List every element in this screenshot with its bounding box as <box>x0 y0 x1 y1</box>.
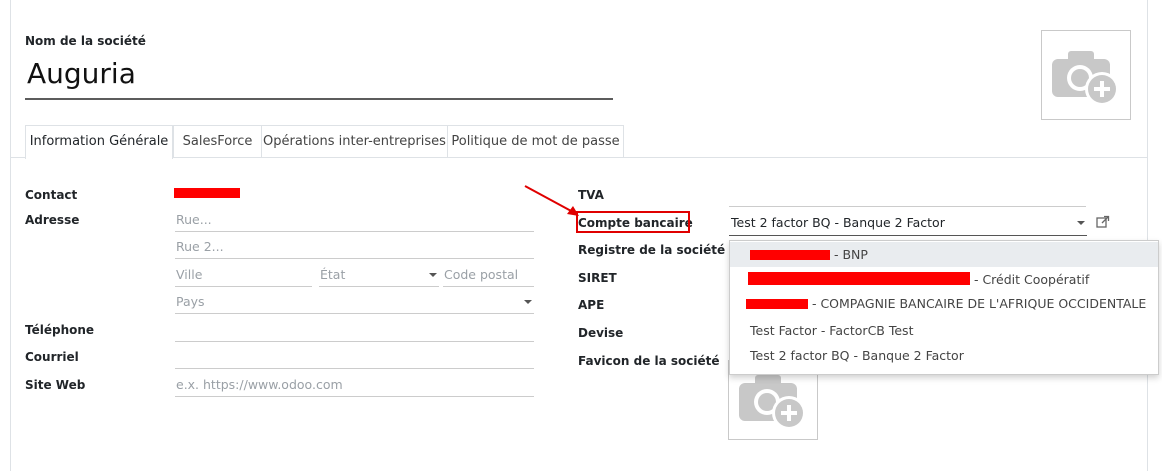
form-sheet: Nom de la société Auguria Information Gé… <box>10 0 1159 471</box>
address-label: Adresse <box>25 213 80 227</box>
website-label: Site Web <box>25 378 86 392</box>
street2-input[interactable]: Rue 2... <box>175 237 534 259</box>
option-label: Test 2 factor BQ - Banque 2 Factor <box>750 348 964 363</box>
vat-input[interactable] <box>729 185 1086 207</box>
redacted-text <box>750 250 830 260</box>
option-label: - BNP <box>830 247 868 262</box>
caret-down-icon <box>429 273 437 277</box>
dropdown-option[interactable]: Test 2 factor BQ - Banque 2 Factor <box>730 343 1158 368</box>
vat-label: TVA <box>578 188 604 202</box>
company-name-input[interactable]: Auguria <box>25 52 613 100</box>
dropdown-option[interactable]: - COMPAGNIE BANCAIRE DE L'AFRIQUE OCCIDE… <box>730 291 1158 316</box>
currency-label: Devise <box>578 326 624 340</box>
redacted-text <box>748 272 970 285</box>
phone-input[interactable] <box>175 320 534 342</box>
contact-redaction <box>174 188 240 198</box>
dropdown-option[interactable]: - Crédit Coopératif <box>730 267 1158 292</box>
annotation-arrow-icon <box>524 185 579 216</box>
camera-plus-icon <box>1052 51 1119 106</box>
caret-down-icon <box>1077 221 1085 225</box>
favicon-label: Favicon de la société <box>578 354 720 368</box>
country-select[interactable]: Pays <box>175 292 534 314</box>
email-label: Courriel <box>25 350 79 364</box>
redacted-text <box>746 299 808 309</box>
bank-account-value: Test 2 factor BQ - Banque 2 Factor <box>731 215 945 230</box>
bank-account-dropdown: - BNP - Crédit Coopératif - COMPAGNIE BA… <box>729 240 1159 375</box>
contact-label: Contact <box>25 188 78 202</box>
company-name-label: Nom de la société <box>25 34 146 48</box>
caret-down-icon <box>524 300 532 304</box>
state-select[interactable]: État <box>319 265 439 287</box>
zip-input[interactable]: Code postal <box>443 265 534 287</box>
notebook-tabs: Information Générale SalesForce Opératio… <box>11 125 1147 159</box>
dropdown-option[interactable]: - BNP <box>730 242 1158 267</box>
city-input[interactable]: Ville <box>175 265 312 287</box>
external-link-icon[interactable] <box>1096 215 1110 229</box>
siret-label: SIRET <box>578 271 617 285</box>
dropdown-option[interactable]: Test Factor - FactorCB Test <box>730 318 1158 343</box>
website-input[interactable]: e.x. https://www.odoo.com <box>175 375 534 397</box>
ape-label: APE <box>578 298 605 312</box>
state-placeholder: État <box>320 267 346 282</box>
tab-operations-inter-entreprises[interactable]: Opérations inter-entreprises <box>261 125 448 157</box>
street-input[interactable]: Rue... <box>175 210 534 232</box>
registry-label: Registre de la société <box>578 243 726 257</box>
company-logo-upload[interactable] <box>1041 30 1131 120</box>
option-label: - COMPAGNIE BANCAIRE DE L'AFRIQUE OCCIDE… <box>808 296 1147 311</box>
tab-information-generale[interactable]: Information Générale <box>25 125 173 159</box>
country-placeholder: Pays <box>176 294 205 309</box>
tab-politique-mot-de-passe[interactable]: Politique de mot de passe <box>447 125 624 157</box>
phone-label: Téléphone <box>25 323 95 337</box>
option-label: Test Factor - FactorCB Test <box>750 323 914 338</box>
option-label: - Crédit Coopératif <box>970 272 1090 287</box>
bank-account-highlight <box>576 211 690 233</box>
email-input[interactable] <box>175 347 534 369</box>
bank-account-input[interactable]: Test 2 factor BQ - Banque 2 Factor <box>729 213 1087 236</box>
tab-salesforce[interactable]: SalesForce <box>173 125 262 157</box>
